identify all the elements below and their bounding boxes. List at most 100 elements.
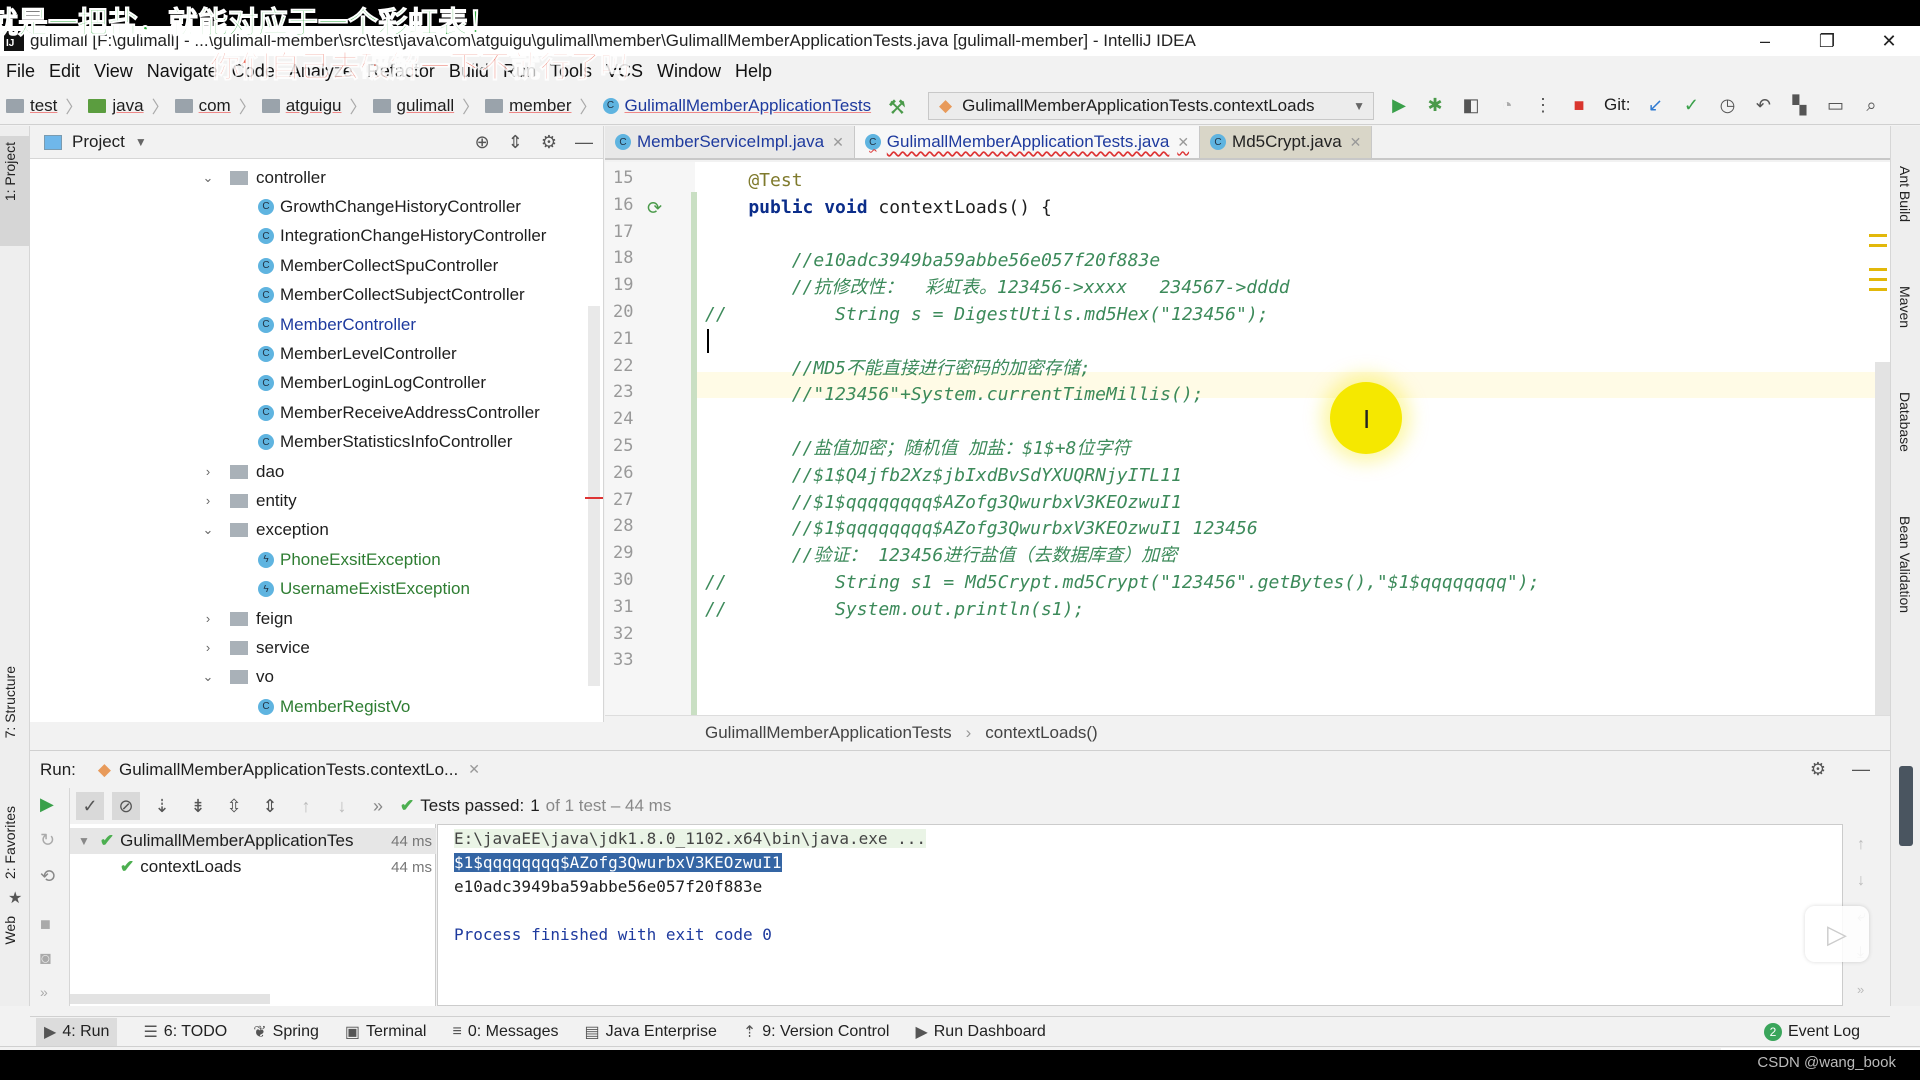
tree-item[interactable]: C MemberRegistVo xyxy=(258,692,410,721)
scroll-up-icon[interactable]: ↑ xyxy=(1857,836,1865,854)
coverage-icon[interactable]: ◧ xyxy=(1460,94,1482,116)
more-icon[interactable]: » xyxy=(1857,982,1864,997)
project-view-selector[interactable]: Project xyxy=(72,132,125,152)
code-line[interactable]: public void contextLoads() { xyxy=(705,195,1051,221)
code-line[interactable]: //$1$Q4jfb2Xz$jbIxdBvSdYXUQRNjyITL11 xyxy=(705,463,1182,489)
code-line[interactable]: //验证： 123456进行盐值（去数据库查）加密 xyxy=(705,543,1178,569)
tool-window-run[interactable]: ▶ 4: Run xyxy=(36,1017,118,1046)
breadcrumb-class[interactable]: GulimallMemberApplicationTests xyxy=(705,723,952,743)
toggle-auto-test-icon[interactable]: ⟲ xyxy=(40,866,55,887)
tree-scrollbar[interactable] xyxy=(588,306,600,686)
gear-icon[interactable]: ⚙ xyxy=(1810,759,1826,780)
tree-item[interactable]: C MemberLoginLogController xyxy=(258,369,486,398)
minimize-button[interactable]: – xyxy=(1734,26,1796,56)
collapse-all-icon[interactable]: ⇕ xyxy=(256,792,284,820)
chevron-right-icon[interactable]: › xyxy=(200,611,216,626)
tree-item[interactable]: C MemberCollectSubjectController xyxy=(258,281,525,310)
menu-help[interactable]: Help xyxy=(735,61,772,82)
tool-window-terminal[interactable]: ▣ Terminal xyxy=(345,1022,427,1042)
crumb-com[interactable]: com 〉 xyxy=(174,93,256,118)
close-tab-icon[interactable]: ✕ xyxy=(1177,134,1189,151)
crumb-member[interactable]: member 〉 xyxy=(485,93,597,118)
console-output[interactable]: E:\javaEE\java\jdk1.8.0_1102.x64\bin\jav… xyxy=(437,824,1843,1006)
tool-window-todo[interactable]: ☰ 6: TODO xyxy=(143,1022,227,1042)
locate-icon[interactable]: ⊕ xyxy=(475,132,490,153)
chevron-right-icon[interactable]: › xyxy=(200,464,216,479)
rerun-icon[interactable]: ▶ xyxy=(40,794,54,815)
structure-tool-button[interactable]: 7: Structure xyxy=(2,666,18,738)
code-line[interactable]: //盐值加密；随机值 加盐：$1$+8位字符 xyxy=(705,436,1131,462)
code-line[interactable]: // System.out.println(s1); xyxy=(705,597,1084,623)
maven-tool-button[interactable]: Maven xyxy=(1897,286,1913,328)
attach-icon[interactable]: ⋮ xyxy=(1532,94,1554,116)
tab-gulimall-member-application-tests[interactable]: C GulimallMemberApplicationTests.java ✕ xyxy=(854,126,1201,158)
crumb-gulimall[interactable]: gulimall 〉 xyxy=(372,93,479,118)
tree-item[interactable]: C MemberReceiveAddressController xyxy=(258,398,540,427)
tool-window-java-enterprise[interactable]: ▤ Java Enterprise xyxy=(585,1022,717,1042)
test-suite-row[interactable]: ▼ ✔ GulimallMemberApplicationTes 44 ms xyxy=(70,828,436,854)
expand-all-icon[interactable]: ⇳ xyxy=(220,792,248,820)
more-icon[interactable]: » xyxy=(364,792,392,820)
run-configuration-dropdown[interactable]: ◆ GulimallMemberApplicationTests.context… xyxy=(928,92,1374,120)
close-tab-icon[interactable]: ✕ xyxy=(468,761,480,778)
menu-file[interactable]: File xyxy=(6,61,35,82)
stop-icon[interactable]: ■ xyxy=(1568,94,1590,116)
close-tab-icon[interactable]: ✕ xyxy=(832,134,844,151)
menu-navigate[interactable]: Navigate xyxy=(147,61,218,82)
debug-icon[interactable]: ✱ xyxy=(1424,94,1446,116)
tree-item[interactable]: › service xyxy=(200,633,310,662)
run-tab[interactable]: ◆ GulimallMemberApplicationTests.contextL… xyxy=(98,760,480,780)
code-line[interactable]: //$1$qqqqqqqq$AZofg3QwurbxV3KEOzwuI1 123… xyxy=(705,516,1258,542)
code-area[interactable]: @Test public void contextLoads() { //e10… xyxy=(705,162,1875,715)
tree-item[interactable]: ϟ UsernameExistException xyxy=(258,575,470,604)
previous-icon[interactable]: ↑ xyxy=(292,792,320,820)
code-line[interactable]: @Test xyxy=(705,168,802,194)
chevron-right-icon[interactable]: › xyxy=(200,640,216,655)
tree-item[interactable]: › dao xyxy=(200,457,285,486)
run-test-gutter-icon[interactable]: ⟳ xyxy=(647,198,662,219)
hide-icon[interactable]: — xyxy=(1852,759,1870,780)
build-hammer-icon[interactable]: ⚒ xyxy=(888,95,906,120)
presentation-icon[interactable]: ▭ xyxy=(1824,94,1846,116)
tree-item[interactable]: C MemberController xyxy=(258,310,416,339)
warning-marker[interactable] xyxy=(1869,234,1887,237)
tree-item[interactable]: ⌄ exception xyxy=(200,516,329,545)
tool-window-spring[interactable]: ❦ Spring xyxy=(253,1022,319,1042)
tree-item[interactable]: C IntegrationChangeHistoryController xyxy=(258,222,546,251)
crumb-test[interactable]: test 〉 xyxy=(6,93,82,118)
warning-marker[interactable] xyxy=(1869,244,1887,247)
ant-build-tool-button[interactable]: Ant Build xyxy=(1897,166,1913,222)
camera-icon[interactable]: ◙ xyxy=(40,948,51,969)
menu-edit[interactable]: Edit xyxy=(49,61,80,82)
project-structure-icon[interactable]: ▚ xyxy=(1788,94,1810,116)
code-line[interactable]: //抗修改性： 彩虹表。123456->xxxx 234567->dddd xyxy=(705,275,1290,301)
rerun-failed-icon[interactable]: ↻ xyxy=(40,830,55,851)
event-log-button[interactable]: 2 Event Log xyxy=(1763,1022,1860,1041)
history-icon[interactable]: ◷ xyxy=(1716,94,1738,116)
tab-member-service-impl[interactable]: C MemberServiceImpl.java ✕ xyxy=(605,126,855,158)
bean-validation-tool-button[interactable]: Bean Validation xyxy=(1897,516,1913,613)
database-tool-button[interactable]: Database xyxy=(1897,392,1913,452)
project-tool-button[interactable]: 1: Project xyxy=(2,142,18,201)
chevron-right-icon[interactable]: › xyxy=(200,493,216,508)
crumb-file[interactable]: C GulimallMemberApplicationTests xyxy=(602,96,871,116)
tree-item[interactable]: C MemberStatisticsInfoController xyxy=(258,428,512,457)
code-line[interactable]: //"123456"+System.currentTimeMillis(); xyxy=(705,382,1204,408)
editor-scrollbar[interactable] xyxy=(1875,362,1890,715)
warning-marker[interactable] xyxy=(1869,288,1887,291)
close-tab-icon[interactable]: ✕ xyxy=(1350,134,1362,151)
tool-window-run-dashboard[interactable]: ▶ Run Dashboard xyxy=(915,1022,1045,1042)
chevron-down-icon[interactable]: ▼ xyxy=(135,135,147,149)
menu-window[interactable]: Window xyxy=(657,61,721,82)
sort-alpha-icon[interactable]: ⇣ xyxy=(148,792,176,820)
tree-item[interactable]: ϟ PhoneExsitException xyxy=(258,545,441,574)
web-tool-button[interactable]: Web xyxy=(2,916,18,945)
tree-item[interactable]: C MemberCollectSpuController xyxy=(258,251,498,280)
tree-item[interactable]: C GrowthChangeHistoryController xyxy=(258,192,521,221)
show-passed-icon[interactable]: ✓ xyxy=(76,792,104,820)
tab-md5crypt[interactable]: C Md5Crypt.java ✕ xyxy=(1200,126,1373,158)
close-button[interactable]: ✕ xyxy=(1858,26,1920,56)
gear-icon[interactable]: ⚙ xyxy=(541,132,557,153)
git-update-icon[interactable]: ↙ xyxy=(1644,94,1666,116)
tree-item[interactable]: › feign xyxy=(200,604,293,633)
